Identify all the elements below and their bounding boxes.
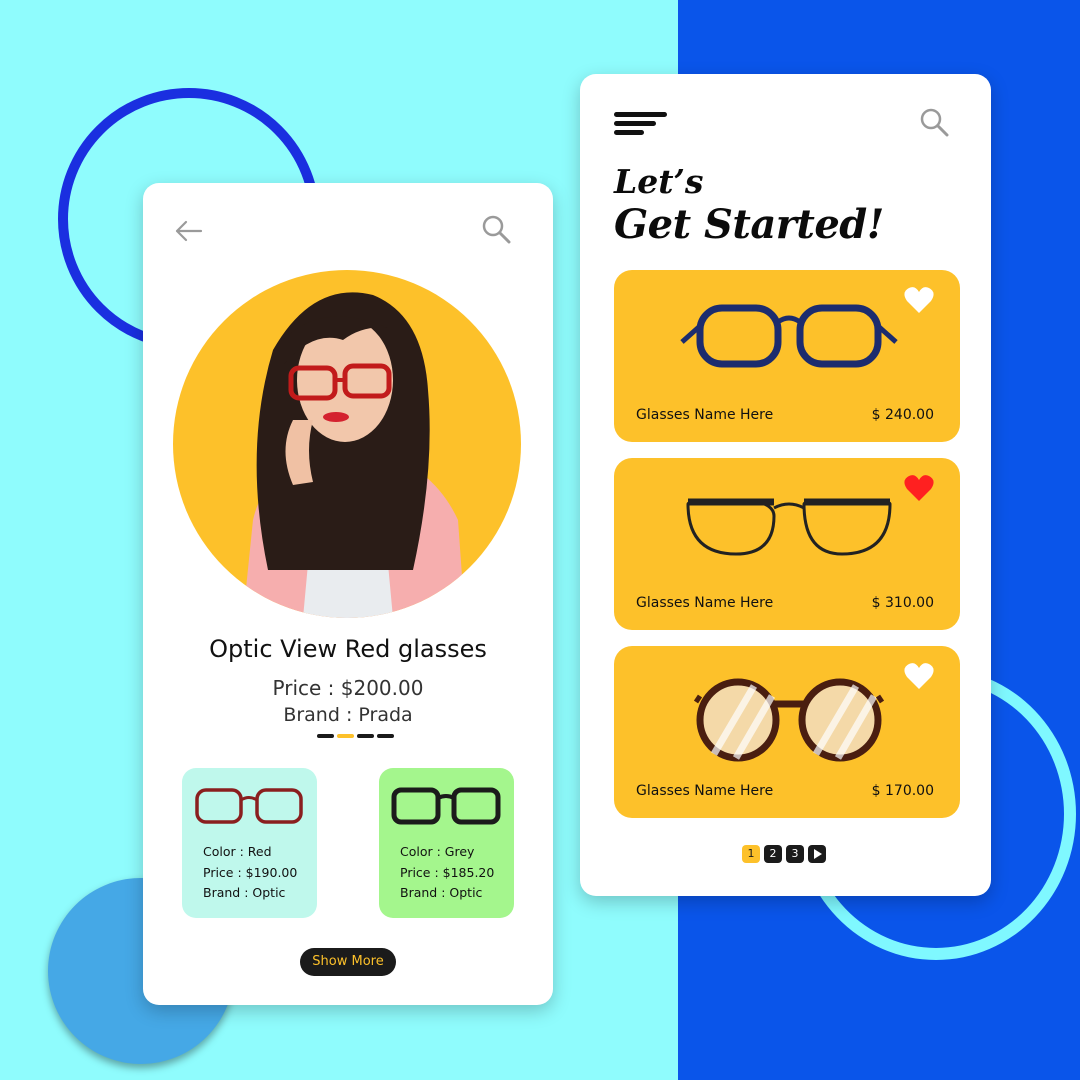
- variant-color: Color : Grey: [400, 844, 475, 859]
- model-photo: [173, 270, 521, 618]
- page-button-1[interactable]: 1: [742, 845, 760, 863]
- heading-line-1: Let’s: [614, 162, 704, 201]
- carousel-dot-active[interactable]: [337, 734, 354, 738]
- carousel-indicator[interactable]: [317, 734, 394, 738]
- variant-price: Price : $185.20: [400, 864, 495, 880]
- page-button-2[interactable]: 2: [764, 845, 782, 863]
- tortoise-glasses-icon: [693, 678, 885, 762]
- black-glasses-icon: [686, 498, 892, 556]
- product-brand: Brand : Prada: [283, 704, 413, 726]
- variant-card-grey[interactable]: Color : Grey Price : $185.20 Brand : Opt…: [379, 768, 514, 918]
- product-price: $ 310.00: [871, 595, 934, 611]
- product-title: Optic View Red glasses: [209, 635, 487, 663]
- page-button-3[interactable]: 3: [786, 845, 804, 863]
- pagination: 1 2 3: [742, 845, 826, 863]
- carousel-dot[interactable]: [317, 734, 334, 738]
- product-price: $ 240.00: [871, 407, 934, 423]
- variant-price: Price : $190.00: [203, 864, 298, 880]
- blue-glasses-icon: [680, 304, 898, 368]
- variant-info: Color : Red Price : $190.00 Brand : Opti…: [203, 842, 297, 904]
- back-arrow-icon[interactable]: [173, 215, 205, 247]
- product-name: Glasses Name Here: [636, 783, 774, 799]
- carousel-dot[interactable]: [357, 734, 374, 738]
- search-icon[interactable]: [480, 213, 512, 245]
- product-name: Glasses Name Here: [636, 595, 774, 611]
- red-glasses-icon: [195, 788, 303, 824]
- product-price: $ 170.00: [871, 783, 934, 799]
- product-price: Price : $200.00: [272, 676, 424, 700]
- heading-line-2: Get Started!: [614, 201, 884, 248]
- variant-card-red[interactable]: Color : Red Price : $190.00 Brand : Opti…: [182, 768, 317, 918]
- variant-brand: Brand : Optic: [400, 885, 483, 900]
- menu-icon[interactable]: [614, 112, 668, 136]
- heart-icon-favorited[interactable]: [904, 474, 934, 502]
- grey-glasses-icon: [391, 787, 501, 825]
- heart-icon[interactable]: [904, 286, 934, 314]
- product-detail-screen: Optic View Red glasses Price : $200.00 B…: [143, 183, 553, 1005]
- next-page-icon[interactable]: [808, 845, 826, 863]
- product-name: Glasses Name Here: [636, 407, 774, 423]
- heart-icon[interactable]: [904, 662, 934, 690]
- variant-brand: Brand : Optic: [203, 885, 286, 900]
- product-card[interactable]: Glasses Name Here $ 170.00: [614, 646, 960, 818]
- show-more-button[interactable]: Show More: [300, 948, 396, 976]
- product-card[interactable]: Glasses Name Here $ 310.00: [614, 458, 960, 630]
- variant-color: Color : Red: [203, 844, 272, 859]
- carousel-dot[interactable]: [377, 734, 394, 738]
- variant-info: Color : Grey Price : $185.20 Brand : Opt…: [400, 842, 494, 904]
- product-card[interactable]: Glasses Name Here $ 240.00: [614, 270, 960, 442]
- catalog-screen: Let’s Get Started! Glasses Name Here $ 2…: [580, 74, 991, 896]
- search-icon[interactable]: [918, 106, 950, 138]
